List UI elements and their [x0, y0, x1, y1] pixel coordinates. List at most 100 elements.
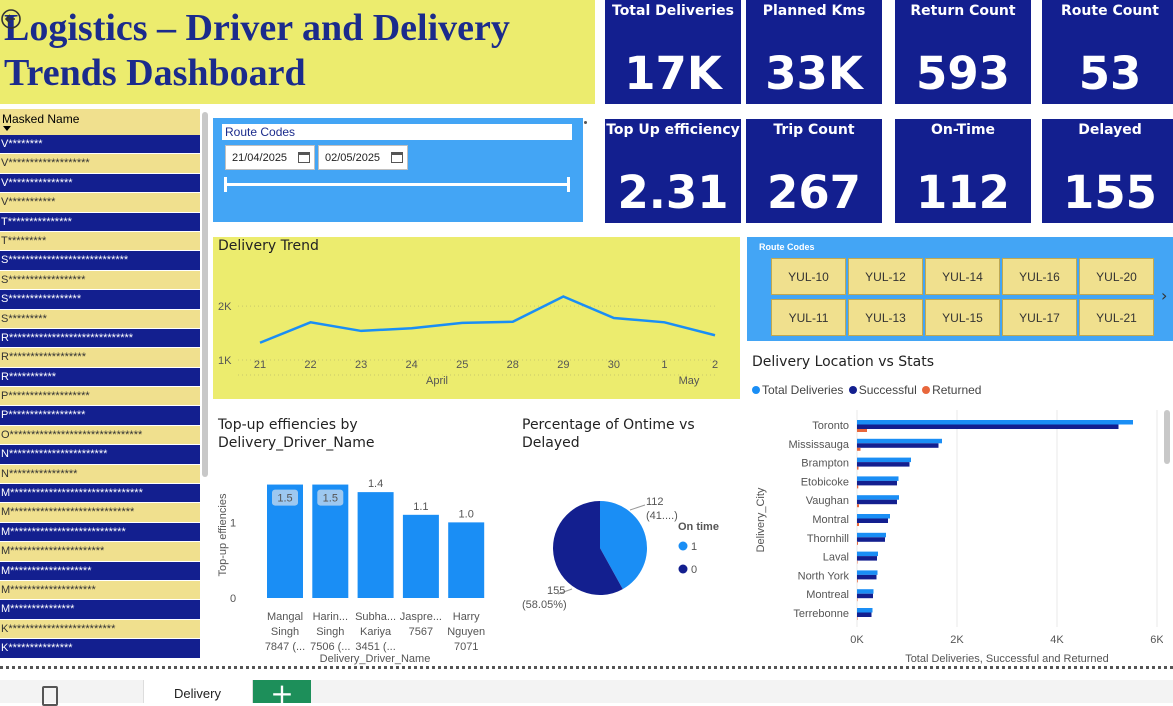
- table-row[interactable]: R*****************************: [0, 328, 200, 349]
- legend-label[interactable]: Successful: [859, 383, 917, 397]
- route-code-button[interactable]: YUL-14: [925, 258, 1000, 295]
- bar: [857, 560, 858, 564]
- kpi-label: Planned Kms: [762, 3, 866, 19]
- bar: [857, 541, 858, 545]
- table-row[interactable]: S****************************: [0, 251, 200, 271]
- data-label: 1.1: [413, 501, 428, 513]
- x-tick-label: Harin...: [313, 611, 348, 623]
- y-tick-label: Thornhill: [807, 533, 849, 545]
- table-row[interactable]: K*************************: [0, 619, 200, 640]
- table-row[interactable]: M**********************: [0, 542, 200, 562]
- table-row[interactable]: M*******************: [0, 561, 200, 581]
- calendar-icon[interactable]: [391, 152, 403, 163]
- table-row[interactable]: N***********************: [0, 445, 200, 465]
- route-code-button[interactable]: YUL-20: [1079, 258, 1154, 295]
- table-row[interactable]: M***************************: [0, 522, 200, 543]
- table-row[interactable]: M********************: [0, 580, 200, 601]
- resize-dot: [584, 121, 587, 124]
- page-tab-delivery[interactable]: Delivery: [143, 680, 253, 703]
- end-date-input[interactable]: 02/05/2025: [318, 145, 408, 170]
- column-header-label: Masked Name: [2, 112, 80, 126]
- data-label: 1.0: [459, 508, 474, 520]
- kpi-route-count: Route Count 53: [1042, 0, 1173, 104]
- table-row[interactable]: M*****************************: [0, 503, 200, 523]
- table-row[interactable]: K***************: [0, 639, 200, 659]
- legend-label: 0: [691, 564, 697, 576]
- y-tick-label: Toronto: [812, 420, 849, 432]
- table-row[interactable]: V*******************: [0, 154, 200, 174]
- x-tick-label: 22: [304, 359, 316, 371]
- column-header-masked-name[interactable]: Masked Name: [0, 109, 200, 135]
- table-row[interactable]: S*********: [0, 309, 200, 329]
- kpi-on-time: On-Time 112: [895, 119, 1031, 223]
- route-code-button[interactable]: YUL-12: [848, 258, 923, 295]
- legend-label[interactable]: Returned: [932, 383, 981, 397]
- table-row[interactable]: V***************: [0, 173, 200, 194]
- x-tick-label: 24: [406, 359, 418, 371]
- table-row[interactable]: V********: [0, 135, 200, 155]
- date-slider-start-handle[interactable]: [224, 177, 227, 192]
- bar: [857, 612, 872, 617]
- table-row[interactable]: S*****************: [0, 290, 200, 310]
- route-code-button[interactable]: YUL-17: [1002, 299, 1077, 336]
- kpi-value: 155: [1063, 166, 1157, 219]
- bar: [857, 476, 899, 481]
- legend-dot-icon: [752, 386, 760, 394]
- bar: [857, 443, 939, 448]
- route-code-button[interactable]: YUL-11: [771, 299, 846, 336]
- x-tick-label: Mangal: [267, 611, 303, 623]
- start-date-input[interactable]: 21/04/2025: [225, 145, 315, 170]
- route-code-button[interactable]: YUL-16: [1002, 258, 1077, 295]
- chevron-right-icon[interactable]: ›: [1161, 286, 1167, 305]
- chart-scrollbar[interactable]: [1164, 410, 1170, 464]
- table-row[interactable]: T*********: [0, 231, 200, 252]
- back-arrow-icon[interactable]: [0, 8, 22, 30]
- bar: [857, 457, 911, 463]
- table-row[interactable]: P*******************: [0, 387, 200, 407]
- page-navigator-icon[interactable]: [42, 686, 58, 706]
- bar: [857, 523, 859, 526]
- kpi-value: 593: [916, 47, 1010, 100]
- chart-title: Top-up effiencies by Delivery_Driver_Nam…: [218, 417, 375, 451]
- add-page-button[interactable]: +: [253, 680, 311, 703]
- table-row[interactable]: M*******************************: [0, 484, 200, 504]
- bar: [857, 589, 874, 594]
- date-slider-end-handle[interactable]: [567, 177, 570, 192]
- date-slider-track[interactable]: [225, 183, 570, 186]
- table-row[interactable]: R***********: [0, 367, 200, 388]
- table-row[interactable]: T***************: [0, 212, 200, 232]
- bar: [402, 514, 439, 598]
- route-code-button[interactable]: YUL-15: [925, 299, 1000, 336]
- legend-label[interactable]: Total Deliveries: [762, 383, 843, 397]
- slice-value-label: 112: [646, 496, 664, 508]
- masked-names-table: Masked Name V******** V******************…: [0, 109, 200, 662]
- bar: [357, 492, 394, 598]
- bar: [857, 514, 890, 519]
- y-tick-label: 0: [230, 593, 236, 605]
- kpi-value: 17K: [624, 47, 722, 100]
- delivery-trend-line: [259, 295, 716, 344]
- table-row[interactable]: V***********: [0, 193, 200, 213]
- calendar-icon[interactable]: [298, 152, 310, 163]
- x-tick-label: 1: [661, 359, 667, 371]
- kpi-label: Trip Count: [773, 122, 855, 138]
- route-code-button[interactable]: YUL-10: [771, 258, 846, 295]
- route-code-button[interactable]: YUL-13: [848, 299, 923, 336]
- legend-dot-icon: [922, 386, 931, 394]
- slice-pct-label: (41....): [646, 510, 678, 522]
- table-row[interactable]: S******************: [0, 270, 200, 291]
- table-row[interactable]: O*******************************: [0, 425, 200, 446]
- route-code-button[interactable]: YUL-21: [1079, 299, 1154, 336]
- sort-desc-icon[interactable]: [3, 126, 11, 131]
- bar: [857, 499, 897, 505]
- table-row[interactable]: M***************: [0, 600, 200, 620]
- x-tick-label: 7567: [409, 626, 433, 638]
- bar: [857, 556, 877, 561]
- table-scrollbar[interactable]: [202, 112, 208, 477]
- bar: [857, 466, 859, 470]
- legend-dot-icon: [848, 386, 857, 394]
- table-row[interactable]: N****************: [0, 464, 200, 485]
- y-tick-label: Montreal: [806, 589, 849, 601]
- table-row[interactable]: P******************: [0, 406, 200, 426]
- table-row[interactable]: R******************: [0, 348, 200, 368]
